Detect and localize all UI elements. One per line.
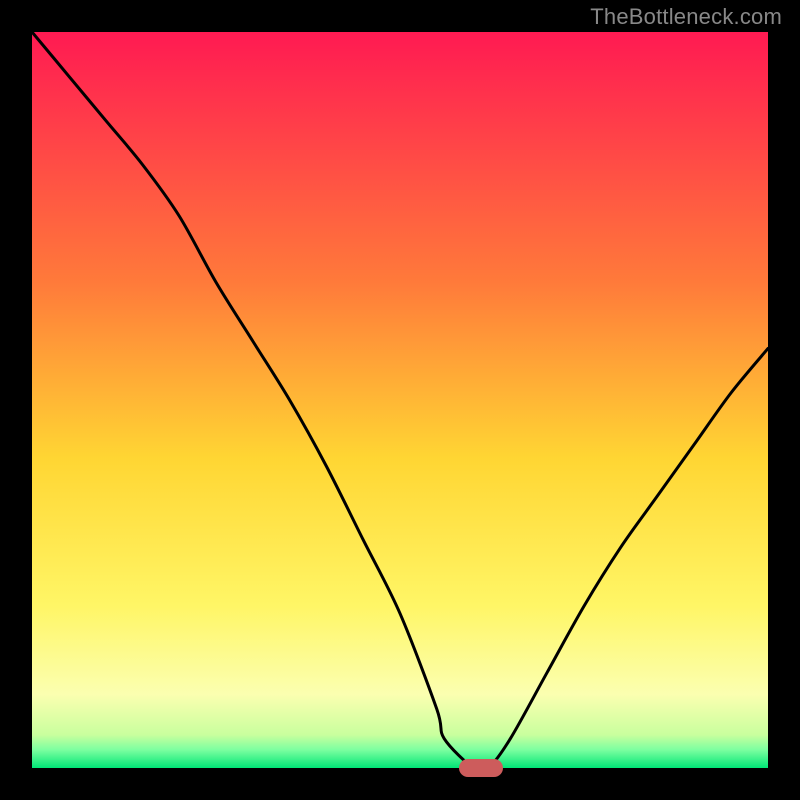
chart-frame: TheBottleneck.com	[0, 0, 800, 800]
watermark-text: TheBottleneck.com	[590, 4, 782, 30]
chart-background	[32, 32, 768, 768]
chart-svg	[32, 32, 768, 768]
optimum-marker	[459, 759, 503, 777]
plot-area	[32, 32, 768, 768]
